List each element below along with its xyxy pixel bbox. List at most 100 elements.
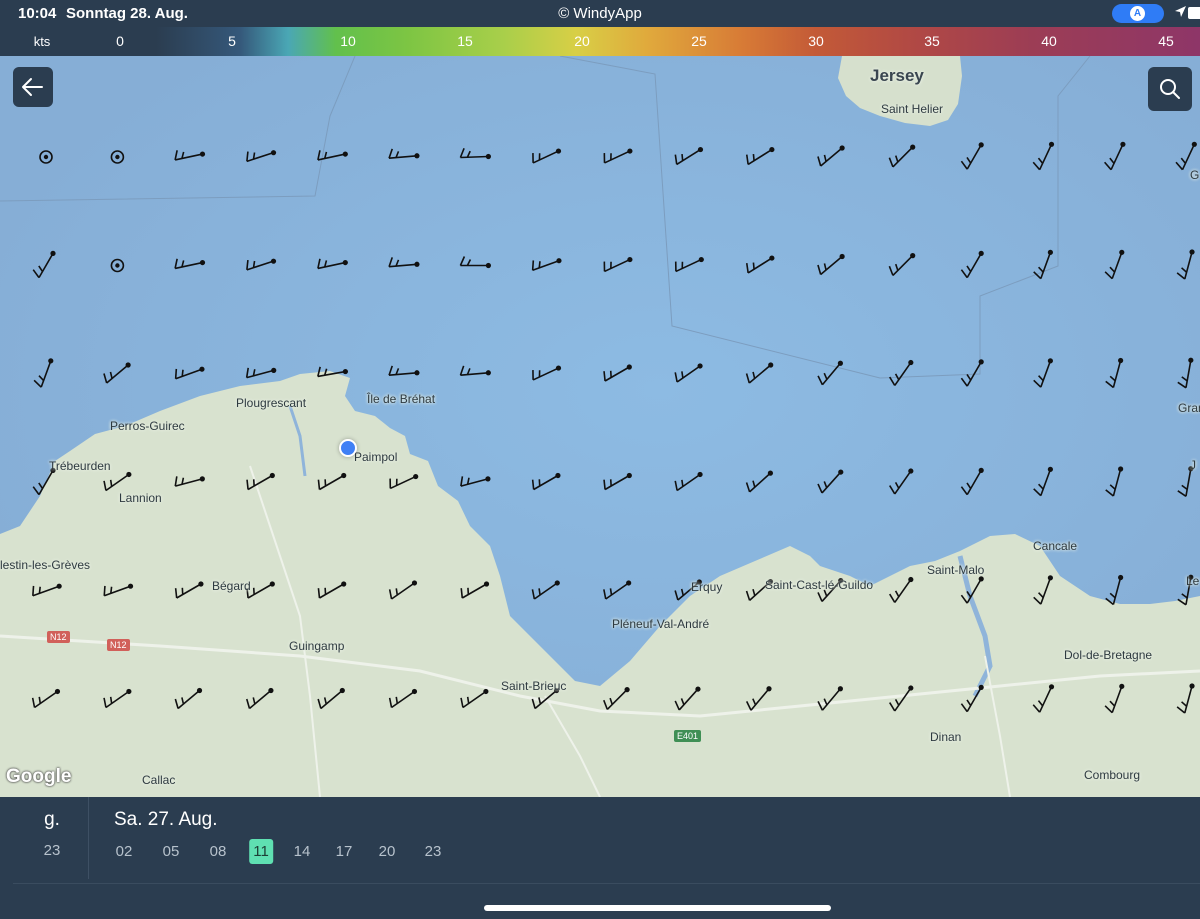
- wind-barb-dot: [485, 370, 491, 376]
- wind-barb-dot: [626, 364, 632, 370]
- wind-barb-dot: [196, 687, 203, 694]
- map-label-cancale: Cancale: [1033, 539, 1078, 553]
- hour-option[interactable]: 23: [421, 839, 446, 864]
- wind-barb-flag: [395, 588, 399, 596]
- wind-barb-dot: [695, 686, 701, 692]
- wind-barb-flag: [752, 262, 755, 270]
- hour-option[interactable]: 02: [112, 839, 137, 864]
- previous-day-label[interactable]: g.: [44, 809, 60, 831]
- wind-barb-dot: [627, 256, 633, 263]
- scale-label: 30: [808, 33, 824, 49]
- wind-barb-dot: [411, 688, 418, 695]
- wind-barb-flag: [246, 479, 249, 490]
- wind-barb-dot: [910, 253, 916, 259]
- wind-barb-flag: [603, 371, 606, 382]
- wind-barb-dot: [555, 148, 562, 154]
- wind-barb-flag: [752, 153, 755, 161]
- hour-option-selected[interactable]: 11: [249, 839, 273, 864]
- map-label-ile-de-brehat: Île de Bréhat: [367, 392, 436, 406]
- wind-barb-dot: [485, 476, 491, 482]
- wind-barb-dot: [1118, 574, 1124, 581]
- map-label-dol-de-bretagne: Dol-de-Bretagne: [1064, 648, 1153, 662]
- arrow-left-icon: [22, 78, 43, 96]
- wind-barb-dot: [414, 370, 420, 376]
- wind-barb-dot: [768, 362, 774, 368]
- calm-wind-dot: [115, 154, 120, 160]
- wind-barb-dot: [54, 688, 61, 695]
- wind-barb-dot: [837, 360, 843, 366]
- wind-barb-dot: [342, 259, 348, 266]
- wind-barb-flag: [609, 588, 613, 596]
- status-bar: 10:04 Sonntag 28. Aug. © WindyApp A: [0, 0, 1200, 27]
- scale-label: 5: [228, 33, 236, 49]
- wind-barb-dot: [485, 153, 491, 160]
- day-label: Sa. 27. Aug.: [114, 809, 218, 830]
- wind-barb-flag: [317, 588, 321, 599]
- scale-label: 20: [574, 33, 590, 49]
- wind-barb-dot: [269, 472, 275, 479]
- wind-map[interactable]: Jersey Saint Helier Île de Bréhat Plougr…: [0, 56, 1200, 797]
- hour-option[interactable]: 08: [206, 839, 231, 864]
- hour-option[interactable]: 17: [332, 839, 357, 864]
- hour-option[interactable]: 05: [159, 839, 184, 864]
- wind-barb-flag: [317, 479, 321, 490]
- wind-barb-dot: [978, 142, 984, 148]
- wind-barb-dot: [697, 471, 703, 478]
- map-label-erquy: Erquy: [691, 580, 723, 594]
- wind-barb-flag: [538, 588, 541, 596]
- map-label-combourg: Combourg: [1084, 768, 1141, 782]
- previous-day-hour[interactable]: 23: [44, 842, 61, 859]
- wind-barb-dot: [269, 581, 275, 587]
- wind-barb-dot: [1048, 141, 1055, 147]
- back-button[interactable]: [13, 67, 53, 107]
- wind-barb-flag: [110, 586, 113, 594]
- wind-barb-dot: [1119, 249, 1125, 255]
- wind-barb-dot: [48, 358, 54, 364]
- map-label-trebeurden: Trébeurden: [49, 459, 111, 473]
- wind-barb-dot: [978, 250, 984, 256]
- wind-speed-scale: kts 0 5 10 15 20 25 30 35 40 45: [0, 27, 1200, 56]
- wind-barb-flag: [681, 153, 684, 161]
- wind-barb-dot: [270, 150, 277, 156]
- wind-barb-dot: [271, 367, 277, 373]
- map-label-dinan: Dinan: [930, 730, 962, 744]
- navigation-pill: A: [1112, 4, 1164, 23]
- wind-barb-dot: [485, 262, 491, 269]
- scale-label: 35: [924, 33, 940, 49]
- wind-barb-dot: [198, 581, 204, 587]
- calm-wind-dot: [43, 154, 49, 160]
- scale-label: 45: [1158, 33, 1174, 49]
- wind-barb-dot: [1118, 466, 1124, 472]
- wind-barb-flag: [531, 479, 535, 490]
- wind-barb-dot: [341, 472, 347, 479]
- scale-label: 10: [340, 33, 356, 49]
- wind-barb-dot: [908, 468, 914, 474]
- wind-barb-dot: [697, 363, 703, 369]
- wind-barb-flag: [681, 371, 684, 379]
- map-label-callac: Callac: [142, 773, 176, 787]
- wind-barb-dot: [414, 153, 420, 159]
- wind-barb-dot: [127, 583, 134, 589]
- wind-barb-flag: [395, 696, 399, 704]
- current-location-marker[interactable]: [339, 439, 357, 457]
- wind-barb-dot: [839, 253, 845, 260]
- map-label-j-edge: J: [1190, 458, 1196, 472]
- map-label-plougrescant: Plougrescant: [236, 396, 307, 410]
- battery-icon: [1188, 7, 1200, 19]
- hour-option[interactable]: 14: [290, 839, 315, 864]
- wind-barb-flag: [174, 588, 178, 599]
- search-button[interactable]: [1148, 67, 1192, 111]
- road-badge-n12: N12: [47, 631, 70, 643]
- wind-barb-dot: [554, 580, 560, 586]
- hour-option[interactable]: 20: [375, 839, 400, 864]
- map-label-pleneuf: Pléneuf-Val-André: [612, 617, 710, 631]
- wind-barb-dot: [199, 366, 205, 372]
- wind-barb-dot: [838, 469, 844, 475]
- wind-barb-flag: [32, 585, 35, 596]
- map-label-saint-cast: Saint-Cast-lé-Guildo: [765, 578, 874, 592]
- wind-barb-flag: [603, 479, 606, 490]
- wind-barb-dot: [1047, 466, 1053, 472]
- wind-barb-dot: [1120, 141, 1126, 147]
- wind-barb-dot: [910, 144, 916, 150]
- wind-barb-flag: [246, 151, 249, 162]
